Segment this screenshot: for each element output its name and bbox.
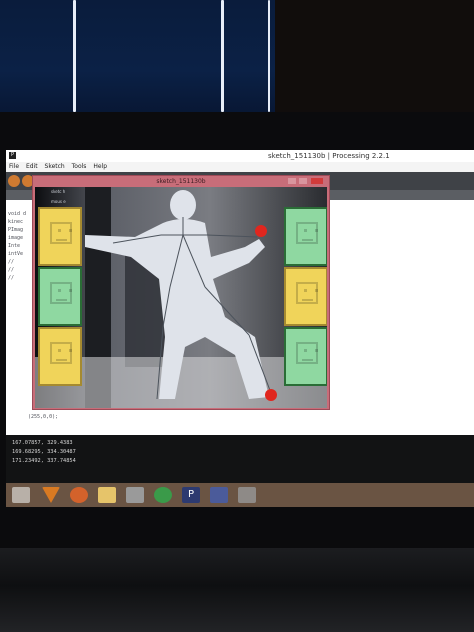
window-frame — [275, 0, 474, 118]
code-line: Inte — [8, 243, 21, 249]
code-line: PImag — [8, 227, 24, 233]
code-line: // — [8, 275, 15, 281]
menu-help[interactable]: Help — [93, 163, 107, 170]
maximize-button[interactable] — [299, 178, 307, 184]
sketch-title: sketch_151130b — [156, 178, 206, 185]
panel-right-1[interactable] — [284, 207, 327, 266]
code-line: kinec — [8, 219, 24, 225]
ide-title: sketch_151130b | Processing 2.2.1 — [268, 152, 390, 160]
laptop-screen: P sketch_151130b | Processing 2.2.1 File… — [6, 150, 474, 507]
laptop-base — [0, 548, 474, 632]
code-line: image — [8, 235, 24, 241]
panel-left-2[interactable] — [38, 267, 82, 326]
face-icon — [50, 282, 72, 304]
close-button[interactable] — [311, 178, 323, 184]
windows-start-icon[interactable] — [12, 487, 30, 503]
light-strip — [73, 0, 76, 112]
kinect-canvas: sketc h mous e — [35, 187, 327, 408]
panel-right-2[interactable] — [284, 267, 327, 326]
minimize-button[interactable] — [288, 178, 296, 184]
firefox-icon[interactable] — [70, 487, 88, 503]
sketch-label-a: sketc h — [51, 189, 66, 194]
photos-icon[interactable] — [210, 487, 228, 503]
panel-left-1[interactable] — [38, 207, 82, 266]
ide-titlebar: P sketch_151130b | Processing 2.2.1 — [6, 150, 474, 162]
console-line: 171.23492, 337.74854 — [12, 458, 76, 464]
console-line: 169.68295, 334.30487 — [12, 449, 76, 455]
menu-file[interactable]: File — [9, 163, 19, 170]
menu-sketch[interactable]: Sketch — [45, 163, 65, 170]
foot-marker — [265, 389, 277, 401]
file-explorer-icon[interactable] — [98, 487, 116, 503]
camera-icon[interactable] — [126, 487, 144, 503]
menu-tools[interactable]: Tools — [72, 163, 87, 170]
ide-menubar: File Edit Sketch Tools Help — [6, 162, 474, 172]
sketch-window[interactable]: sketch_151130b sketc h mous e — [32, 175, 330, 410]
chrome-icon[interactable] — [154, 487, 172, 503]
vlc-icon[interactable] — [42, 487, 60, 503]
app-icon: P — [9, 152, 16, 159]
code-line: // — [8, 267, 15, 273]
face-icon — [296, 222, 318, 244]
sketch-titlebar: sketch_151130b — [33, 176, 329, 187]
face-icon — [296, 342, 318, 364]
run-button[interactable] — [8, 175, 20, 187]
code-line: // — [8, 259, 15, 265]
console-line: 167.07857, 329.4383 — [12, 440, 73, 446]
menu-edit[interactable]: Edit — [26, 163, 38, 170]
code-line: void d — [8, 211, 27, 217]
panel-left-3[interactable] — [38, 327, 82, 386]
code-line: (255,0,0); — [28, 414, 59, 420]
light-strip — [268, 0, 270, 112]
face-icon — [296, 282, 318, 304]
code-line: intVe — [8, 251, 24, 257]
taskbar: P — [6, 483, 474, 507]
console-output: 167.07857, 329.4383 169.68295, 334.30487… — [6, 435, 474, 483]
sketch-label-b: mous e — [51, 199, 66, 204]
window-icon[interactable] — [238, 487, 256, 503]
processing-icon[interactable]: P — [182, 487, 200, 503]
window-blinds — [0, 0, 275, 118]
panel-right-3[interactable] — [284, 327, 327, 386]
light-strip — [221, 0, 224, 112]
hand-marker-right — [255, 225, 267, 237]
face-icon — [50, 342, 72, 364]
face-icon — [50, 222, 72, 244]
